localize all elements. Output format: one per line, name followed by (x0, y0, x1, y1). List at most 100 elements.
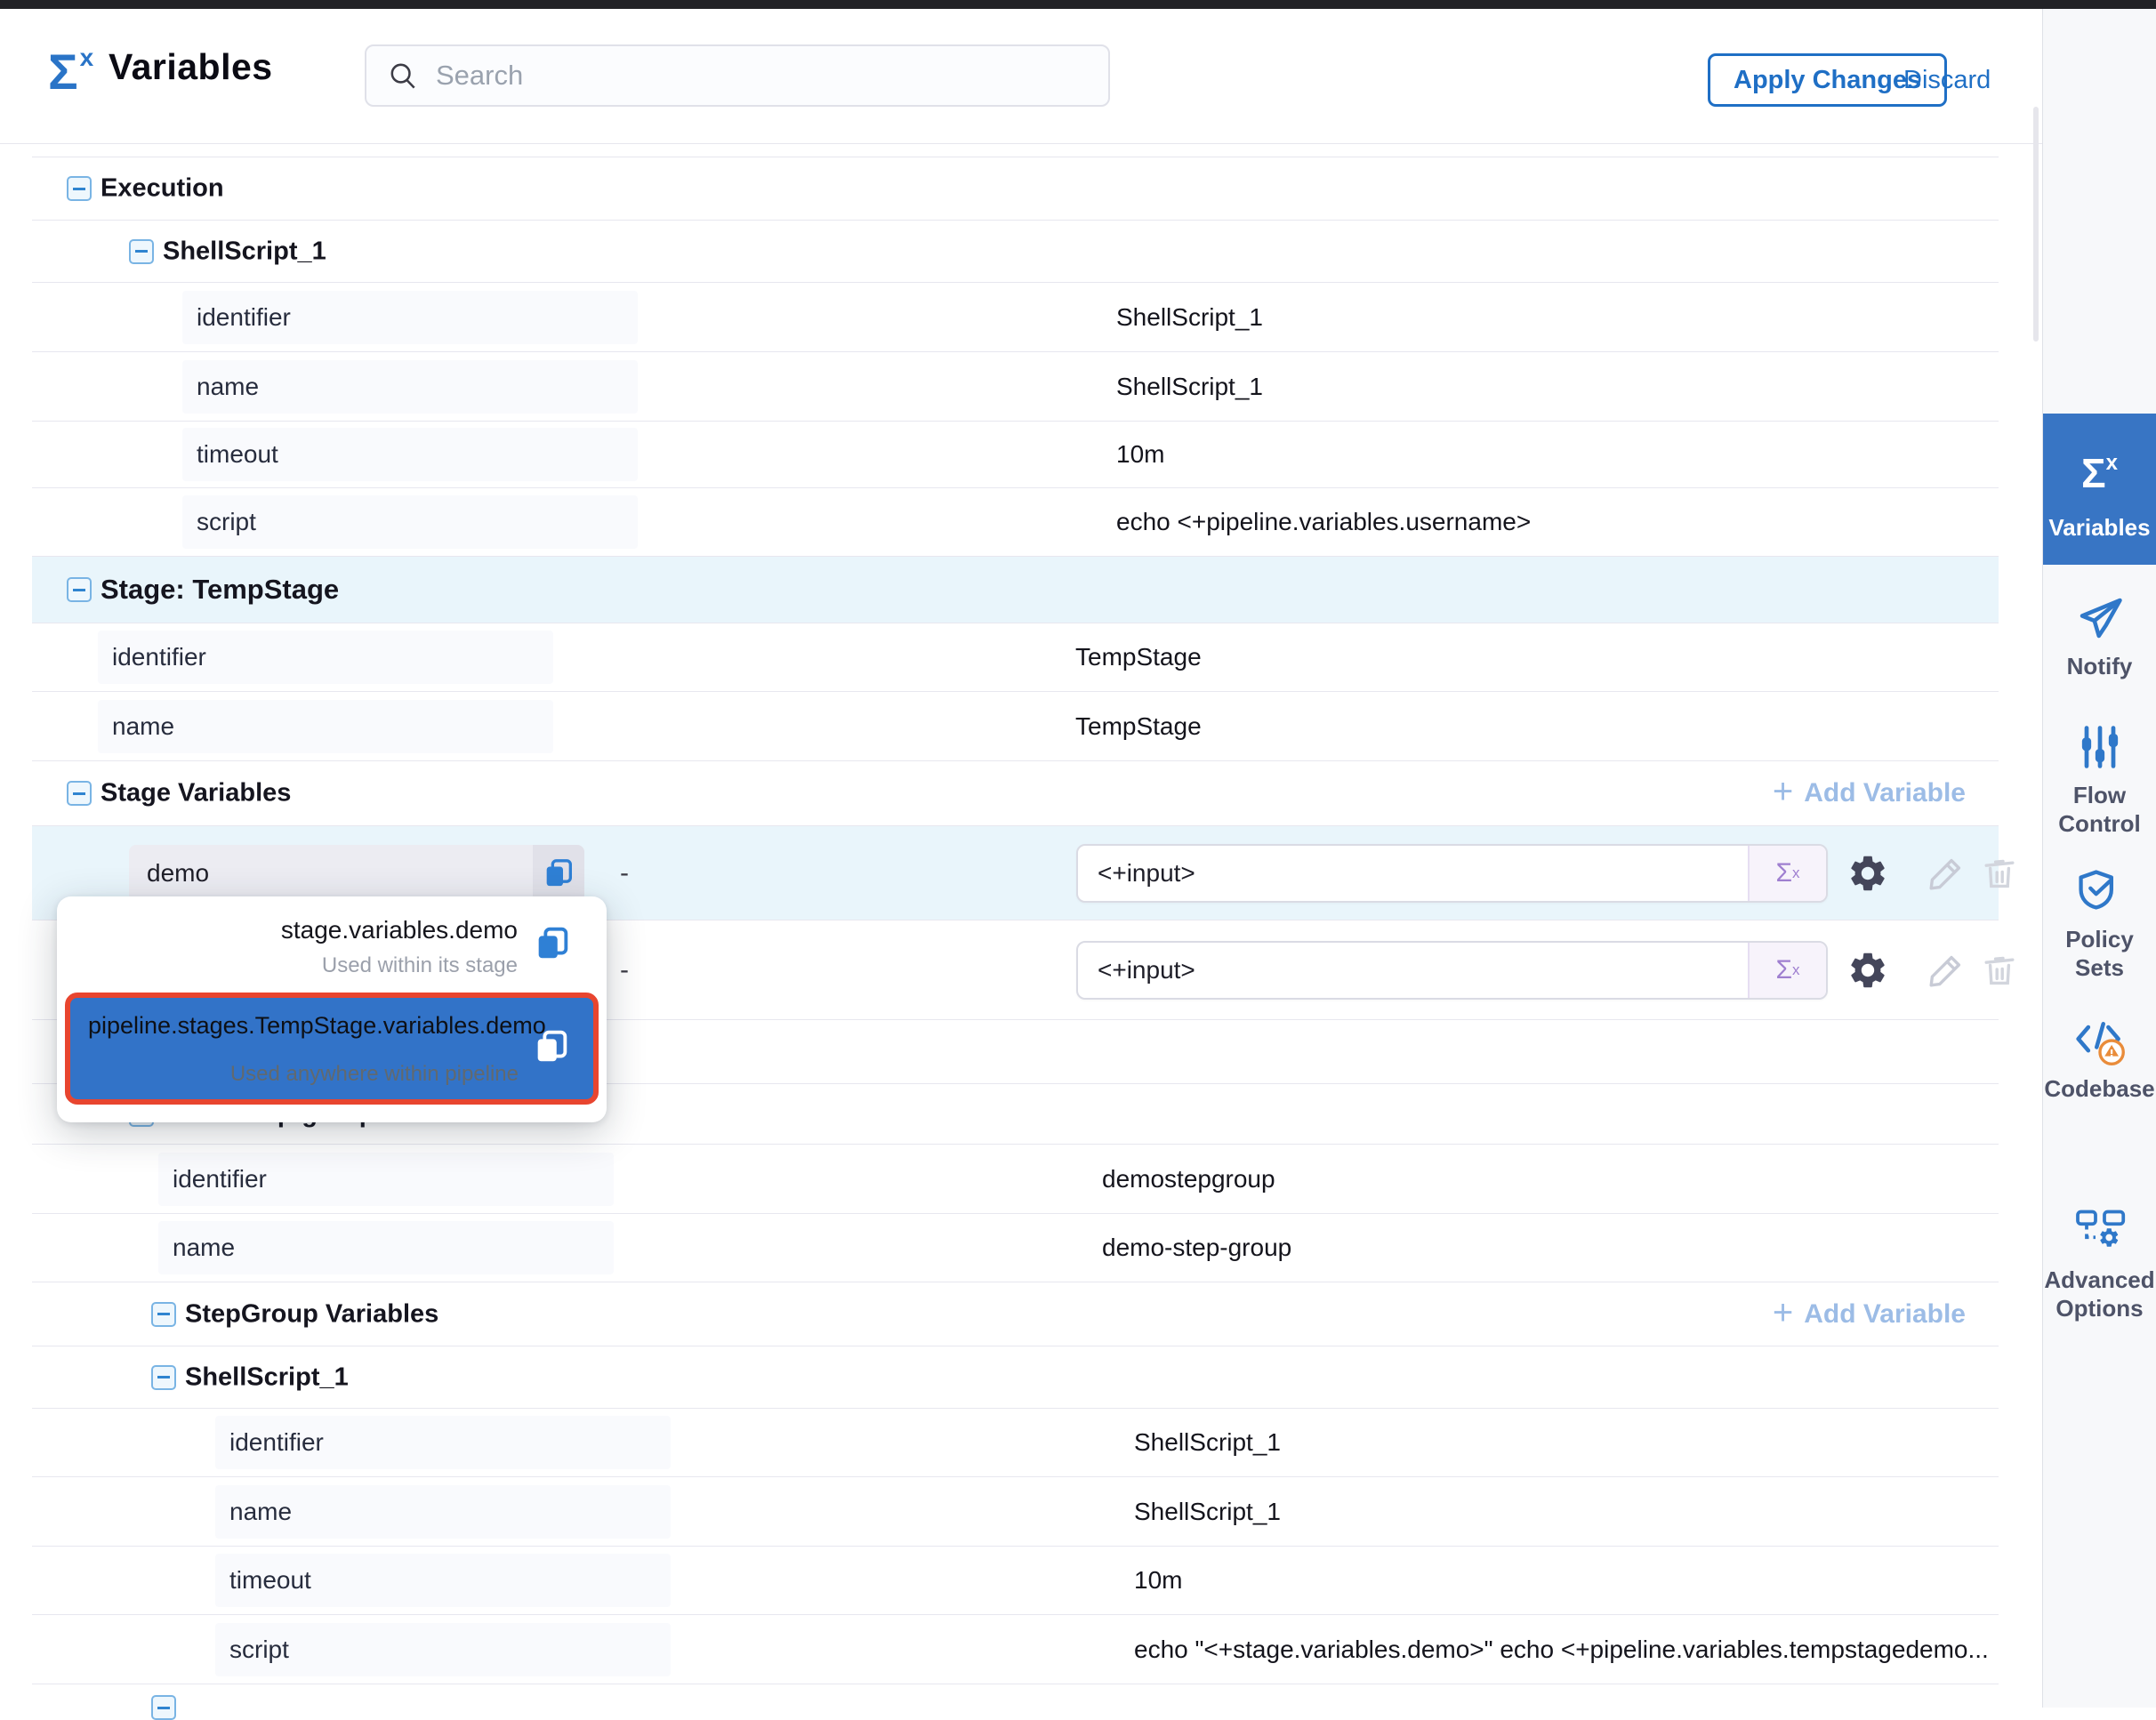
table-row-section: Stage: TempStage (32, 557, 1999, 623)
field-value: demo-step-group (1102, 1234, 1291, 1262)
table-row-section: ShellScript_1 (32, 221, 1999, 283)
variable-name-field[interactable]: demo (129, 845, 584, 902)
field-label: script (197, 508, 256, 536)
field-label-box: name (182, 360, 638, 414)
field-label: name (229, 1498, 292, 1526)
field-label: identifier (173, 1165, 267, 1194)
table-row-field: name ShellScript_1 (32, 352, 1999, 422)
pencil-icon[interactable] (1925, 949, 1967, 992)
field-label: identifier (229, 1428, 324, 1457)
variable-usage-popup: stage.variables.demo Used within its sta… (57, 896, 607, 1122)
sigma-x-icon: Σx (2073, 449, 2127, 506)
page-title: Variables (109, 46, 273, 88)
search-input[interactable] (436, 60, 1089, 92)
table-row-section: StepGroup Variables +Add Variable (32, 1282, 1999, 1346)
field-label: name (112, 712, 174, 741)
field-label-box: identifier (158, 1153, 614, 1206)
variable-value: <+input> (1078, 956, 1748, 985)
field-value: TempStage (1075, 643, 1202, 671)
shield-check-icon (2073, 864, 2127, 918)
discard-button[interactable]: Discard (1903, 66, 1991, 95)
collapse-icon[interactable] (67, 781, 92, 806)
copy-icon[interactable] (533, 845, 584, 902)
collapse-icon[interactable] (67, 176, 92, 201)
field-value: ShellScript_1 (1134, 1498, 1281, 1526)
variable-scope-hint: Used anywhere within pipeline (230, 1062, 519, 1087)
field-label-box: name (98, 700, 553, 753)
table-row-section: ShellScript_1 (32, 1346, 1999, 1409)
field-value: TempStage (1075, 712, 1202, 741)
copy-icon[interactable] (531, 1026, 572, 1067)
sidebar-item-codebase[interactable]: Codebase (2043, 1014, 2156, 1103)
trash-icon[interactable] (1978, 949, 2021, 992)
field-value: 10m (1134, 1566, 1182, 1595)
collapse-icon[interactable] (151, 1695, 176, 1720)
required-mark: - (620, 858, 629, 888)
sidebar-item-variables[interactable]: Σx Variables (2043, 414, 2156, 565)
section-label: Stage: TempStage (101, 574, 339, 606)
table-row-section: Execution (32, 157, 1999, 221)
diagram-gear-icon (2073, 1205, 2127, 1258)
field-label: script (229, 1636, 289, 1664)
gear-icon[interactable] (1846, 852, 1889, 895)
sidebar-item-policy-sets[interactable]: Policy Sets (2043, 864, 2156, 982)
field-label: name (197, 373, 259, 401)
trash-icon[interactable] (1978, 852, 2021, 895)
field-label: identifier (112, 643, 206, 671)
variable-value: <+input> (1078, 859, 1748, 888)
section-label: ShellScript_1 (163, 237, 326, 266)
variable-scope-hint: Used within its stage (322, 953, 518, 978)
pencil-icon[interactable] (1925, 852, 1967, 895)
code-warning-icon (2073, 1014, 2127, 1067)
section-label: ShellScript_1 (185, 1362, 349, 1392)
scrollbar-thumb[interactable] (2033, 107, 2039, 342)
table-row-field: timeout 10m (32, 422, 1999, 488)
table-row-field: identifier ShellScript_1 (32, 1409, 1999, 1477)
table-row-field: timeout 10m (32, 1547, 1999, 1615)
field-label-box: script (215, 1623, 671, 1676)
field-label: identifier (197, 303, 291, 332)
sidebar-item-advanced-options[interactable]: Advanced Options (2043, 1205, 2156, 1322)
field-label-box: timeout (215, 1554, 671, 1607)
field-label: timeout (229, 1566, 311, 1595)
field-value: demostepgroup (1102, 1165, 1275, 1194)
field-label-box: identifier (182, 291, 638, 344)
search-box[interactable] (365, 44, 1110, 107)
field-label-box: script (182, 495, 638, 549)
field-value: echo "<+stage.variables.demo>" echo <+pi… (1134, 1636, 1989, 1664)
table-row-field: name demo-step-group (32, 1214, 1999, 1282)
copy-icon[interactable] (532, 923, 573, 964)
field-value: ShellScript_1 (1134, 1428, 1281, 1457)
table-row-field: identifier demostepgroup (32, 1145, 1999, 1214)
collapse-icon[interactable] (67, 577, 92, 602)
table-row-section: Stage Variables +Add Variable (32, 761, 1999, 826)
sliders-icon (2073, 720, 2127, 774)
field-value: ShellScript_1 (1116, 373, 1263, 401)
collapse-icon[interactable] (151, 1302, 176, 1327)
field-label-box: name (158, 1221, 614, 1274)
field-value: ShellScript_1 (1116, 303, 1263, 332)
collapse-icon[interactable] (129, 239, 154, 264)
sidebar-item-notify[interactable]: Notify (2043, 591, 2156, 680)
variable-value-input[interactable]: <+input> Σx (1076, 844, 1828, 903)
table-row-field: script echo <+pipeline.variables.usernam… (32, 488, 1999, 557)
variable-value-input[interactable]: <+input> Σx (1076, 941, 1828, 1000)
sidebar-item-flow-control[interactable]: Flow Control (2043, 720, 2156, 838)
plus-icon: + (1773, 1299, 1793, 1326)
field-label-box: timeout (182, 428, 638, 481)
popup-item-selected[interactable]: pipeline.stages.TempStage.variables.demo… (65, 993, 599, 1105)
gear-icon[interactable] (1846, 949, 1889, 992)
field-label: name (173, 1234, 235, 1262)
sigma-x-icon: Σx (48, 43, 93, 100)
field-value: echo <+pipeline.variables.username> (1116, 508, 1531, 536)
runtime-input-icon[interactable]: Σx (1748, 943, 1826, 998)
runtime-input-icon[interactable]: Σx (1748, 846, 1826, 901)
collapse-icon[interactable] (151, 1365, 176, 1390)
add-variable-button[interactable]: +Add Variable (1773, 1299, 1966, 1330)
section-label: StepGroup Variables (185, 1299, 438, 1329)
variable-name: demo (129, 859, 533, 888)
add-variable-button[interactable]: +Add Variable (1773, 778, 1966, 808)
table-row-field: identifier TempStage (32, 623, 1999, 692)
field-label-box: identifier (215, 1416, 671, 1469)
field-label-box: identifier (98, 631, 553, 684)
